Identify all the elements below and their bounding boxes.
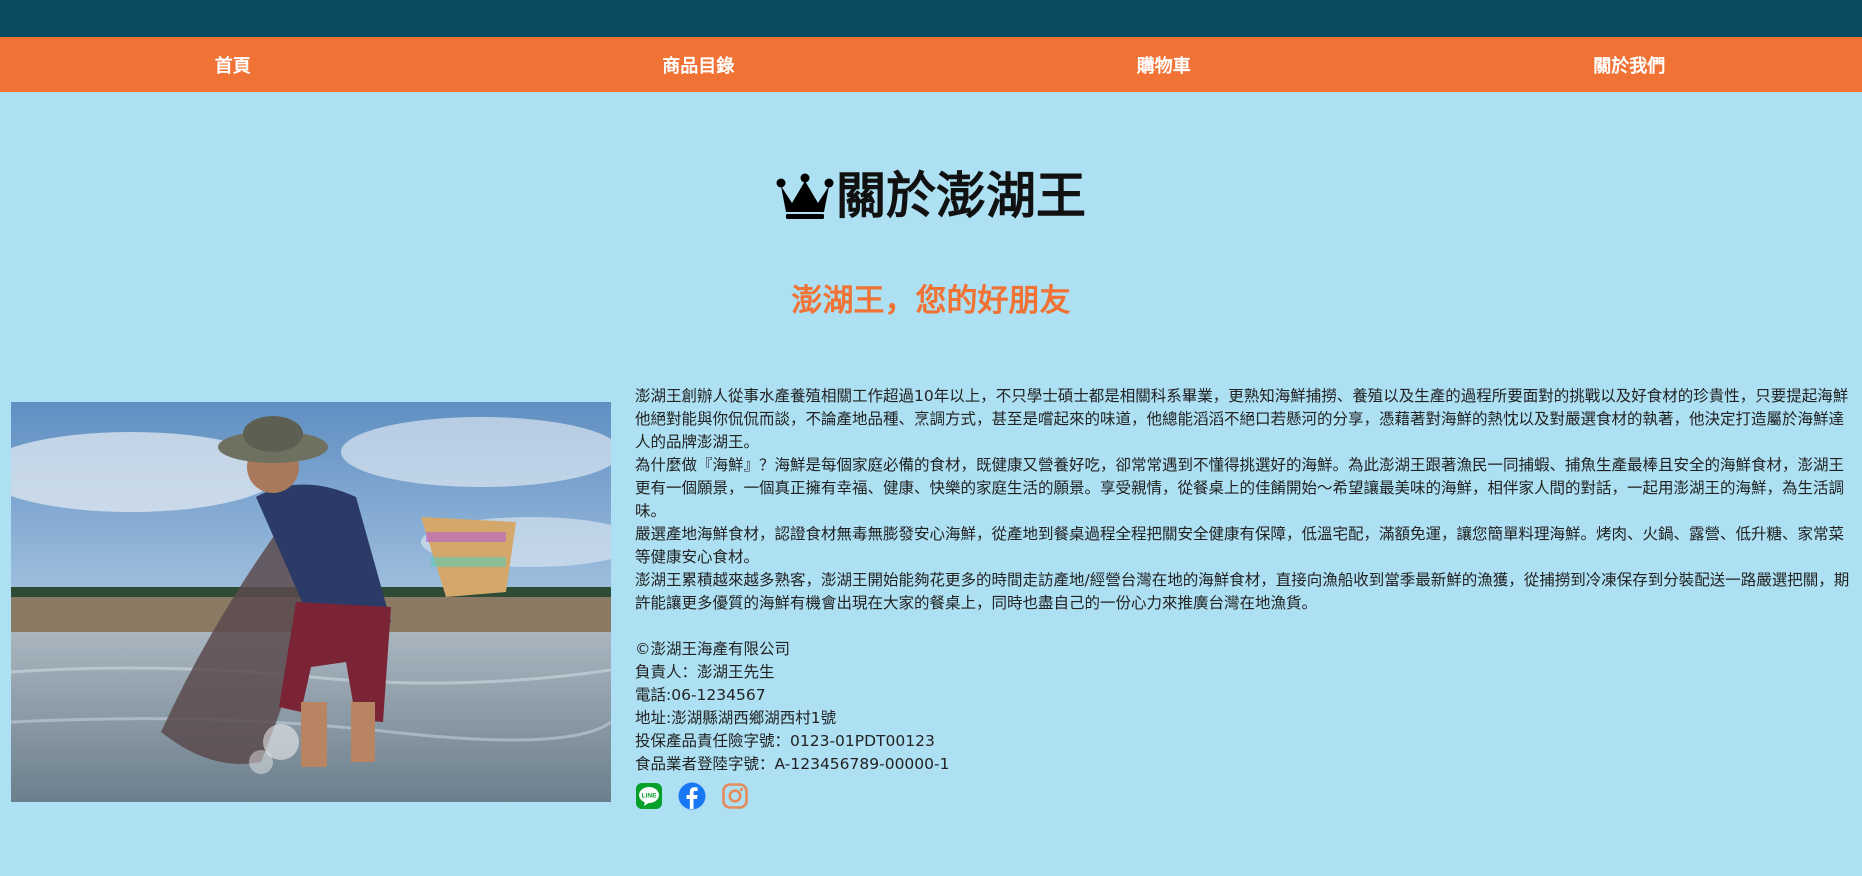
- about-paragraph: 澎湖王創辦人從事水產養殖相關工作超過10年以上，不只學士碩士都是相關科系畢業，更…: [635, 387, 1849, 451]
- nav-about[interactable]: 關於我們: [1397, 37, 1862, 92]
- nav-home[interactable]: 首頁: [0, 37, 466, 92]
- instagram-icon[interactable]: [721, 782, 749, 810]
- social-links: LINE: [635, 782, 749, 810]
- about-paragraph: 為什麼做『海鮮』？海鮮是每個家庭必備的食材，既健康又營養好吃，卻常常遇到不懂得挑…: [635, 456, 1845, 520]
- line-icon[interactable]: LINE: [635, 782, 663, 810]
- fisherman-photo: [11, 402, 611, 802]
- about-content: 澎湖王創辦人從事水產養殖相關工作超過10年以上，不只學士碩士都是相關科系畢業，更…: [635, 385, 1850, 776]
- facebook-icon[interactable]: [678, 782, 706, 810]
- company-phone: 電話:06-1234567: [635, 686, 766, 704]
- page-title: 關於澎湖王: [836, 167, 1086, 225]
- company-name: ©澎湖王海產有限公司: [635, 640, 791, 658]
- crown-icon: [776, 173, 834, 219]
- nav-cart[interactable]: 購物車: [931, 37, 1397, 92]
- page-subtitle: 澎湖王，您的好朋友: [791, 283, 1071, 319]
- company-registration: 食品業者登陸字號：A-123456789-00000-1: [635, 755, 950, 773]
- main-nav: 首頁 商品目錄 購物車 關於我們: [0, 37, 1862, 92]
- about-paragraph: 嚴選產地海鮮食材，認證食材無毒無膨發安心海鮮，從產地到餐桌過程全程把關安全健康有…: [635, 525, 1845, 566]
- page-title-row: 關於澎湖王: [0, 166, 1862, 226]
- company-info: ©澎湖王海產有限公司 負責人：澎湖王先生 電話:06-1234567 地址:澎湖…: [635, 638, 1850, 776]
- svg-text:LINE: LINE: [642, 793, 657, 800]
- company-address: 地址:澎湖縣湖西鄉湖西村1號: [635, 709, 837, 727]
- company-owner: 負責人：澎湖王先生: [635, 663, 775, 681]
- nav-catalog[interactable]: 商品目錄: [466, 37, 932, 92]
- company-insurance: 投保產品責任險字號：0123-01PDT00123: [635, 732, 935, 750]
- top-bar: [0, 0, 1862, 37]
- about-paragraph: 澎湖王累積越來越多熟客，澎湖王開始能夠花更多的時間走訪產地/經營台灣在地的海鮮食…: [635, 571, 1850, 612]
